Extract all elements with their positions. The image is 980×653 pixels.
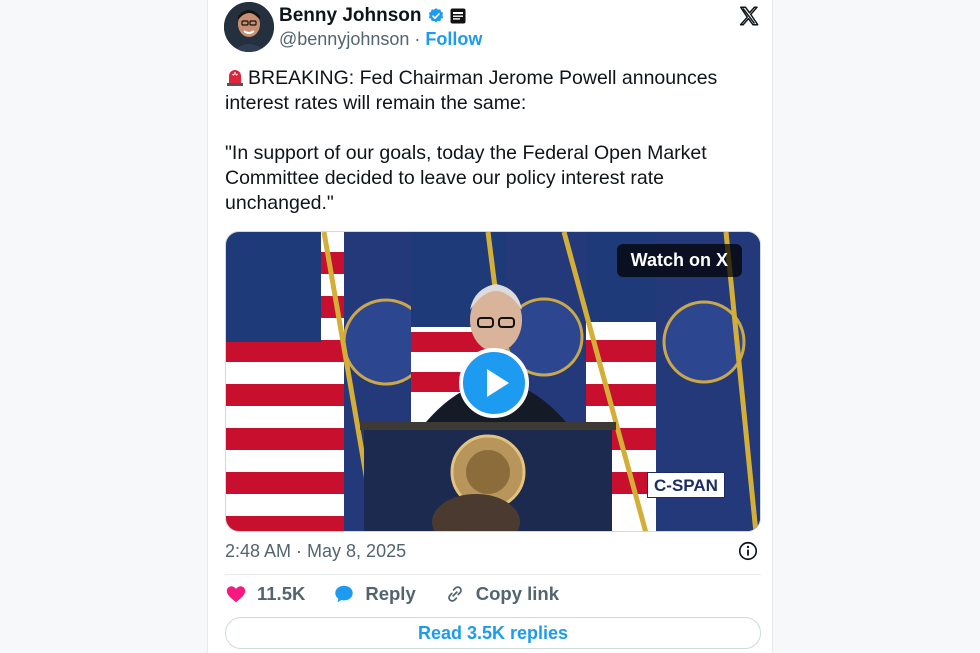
separator-dot: · xyxy=(414,29,421,49)
like-button[interactable]: 11.5K xyxy=(225,583,305,605)
reply-bubble-icon xyxy=(335,585,354,603)
action-bar: 11.5K Reply Copy link xyxy=(225,583,587,605)
affiliate-badge-icon[interactable] xyxy=(450,8,466,24)
x-logo-icon[interactable] xyxy=(738,5,760,27)
reply-label: Reply xyxy=(365,583,416,604)
author-name[interactable]: Benny Johnson xyxy=(279,5,422,27)
tweet-text-block: BREAKING: Fed Chairman Jerome Powell ann… xyxy=(225,66,755,216)
cspan-logo: C-SPAN xyxy=(647,472,725,498)
play-button[interactable] xyxy=(459,348,529,418)
verified-badge-icon[interactable] xyxy=(427,7,445,25)
handle-row: @bennyjohnson · Follow xyxy=(279,29,482,50)
copy-link-button[interactable]: Copy link xyxy=(444,583,559,605)
follow-button[interactable]: Follow xyxy=(425,29,482,49)
author-name-row: Benny Johnson xyxy=(279,5,466,27)
watch-on-x-button[interactable]: Watch on X xyxy=(616,244,742,277)
read-replies-button[interactable]: Read 3.5K replies xyxy=(225,617,761,649)
heart-icon xyxy=(226,586,246,603)
divider xyxy=(225,574,761,575)
author-handle[interactable]: @bennyjohnson xyxy=(279,29,409,49)
tweet-text: BREAKING: Fed Chairman Jerome Powell ann… xyxy=(225,67,718,214)
video-player[interactable]: Watch on X C-SPAN xyxy=(225,231,761,532)
tweet-timestamp[interactable]: 2:48 AM · May 8, 2025 xyxy=(225,541,406,562)
reply-button[interactable]: Reply xyxy=(333,583,416,605)
play-icon xyxy=(487,369,509,397)
copy-link-label: Copy link xyxy=(475,583,560,604)
info-icon[interactable] xyxy=(737,540,759,562)
link-icon xyxy=(447,586,462,602)
rotating-light-icon xyxy=(227,70,243,86)
tweet-card: Benny Johnson @bennyjohnson · Follow BRE… xyxy=(207,0,773,653)
avatar-image xyxy=(224,2,274,52)
like-count: 11.5K xyxy=(257,583,306,604)
avatar[interactable] xyxy=(224,2,274,52)
